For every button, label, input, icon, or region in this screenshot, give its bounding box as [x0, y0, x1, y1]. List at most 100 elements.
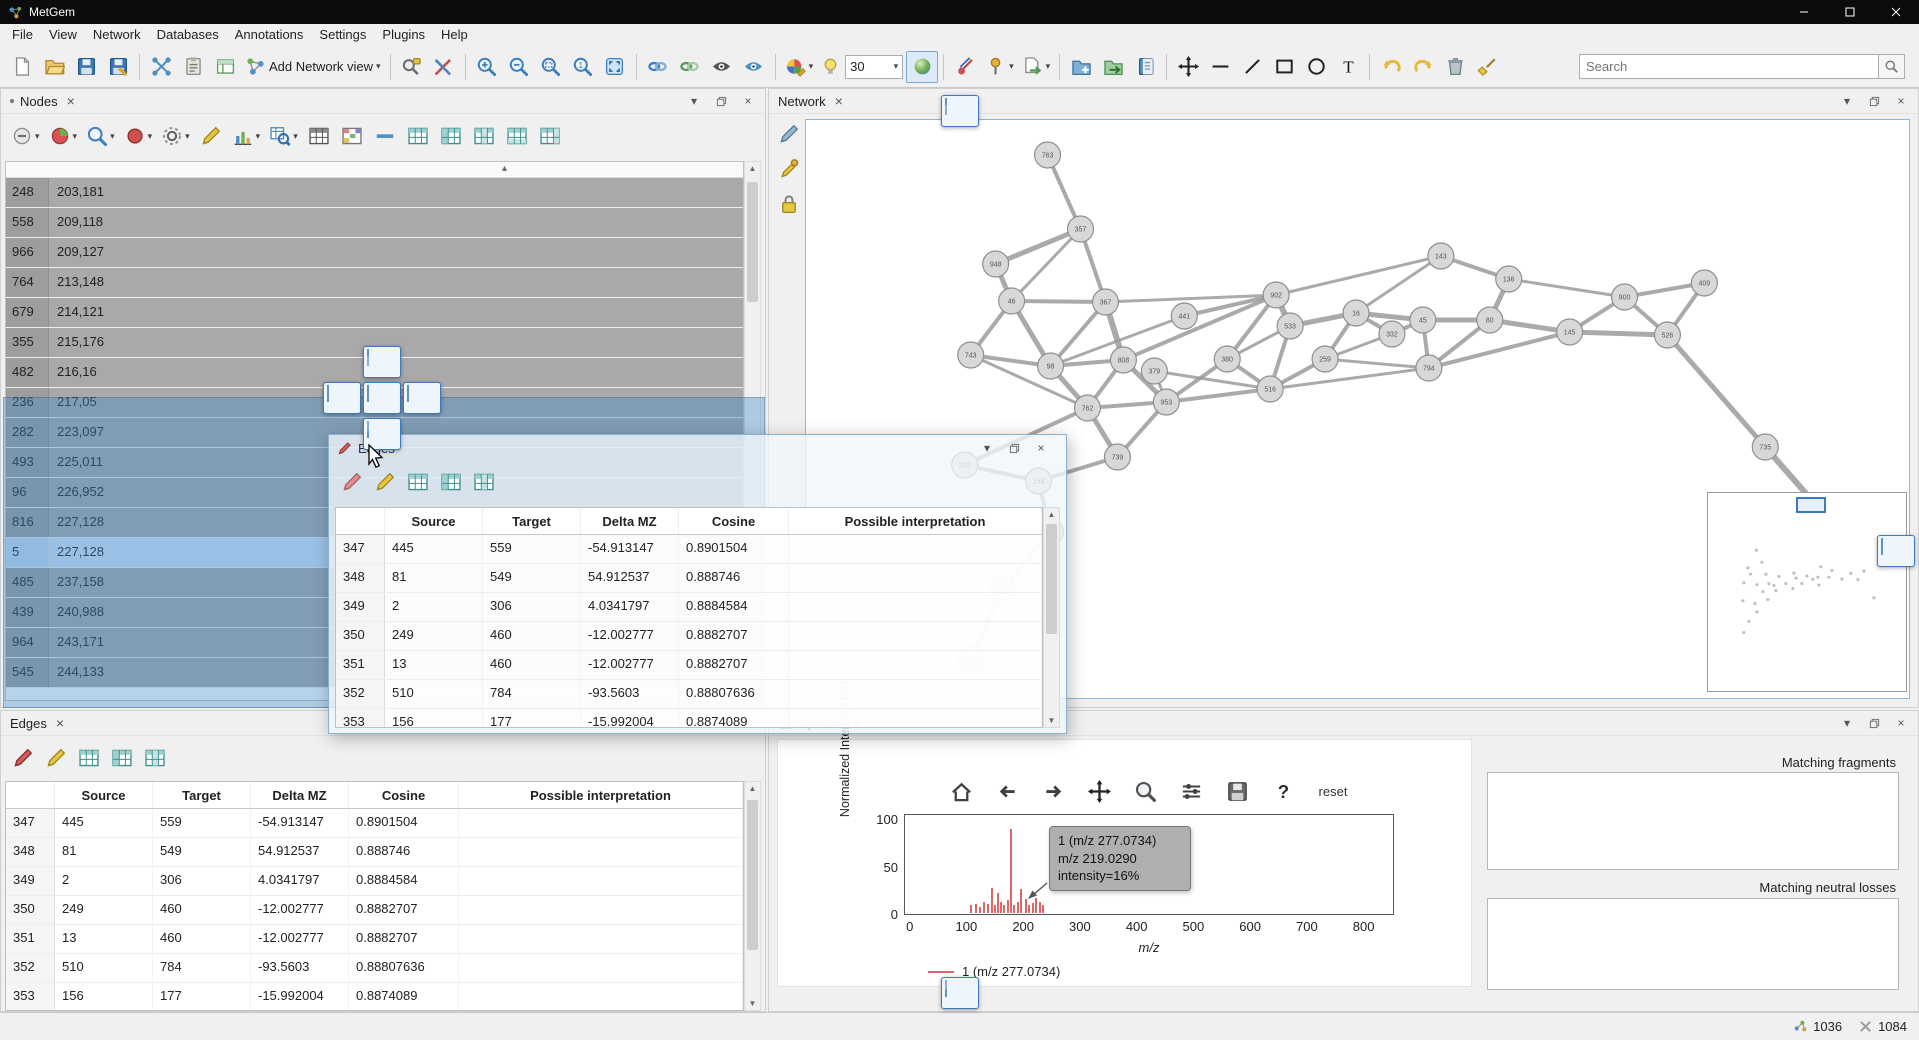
floating-edges-table-row[interactable]: 347445559-54.9131470.8901504 [336, 535, 1042, 564]
export-database-button[interactable] [1097, 51, 1129, 83]
show-hide-columns-button[interactable] [304, 119, 334, 153]
plot-column-menu[interactable]: ▾ [229, 119, 264, 153]
floating-edges-table-header-target[interactable]: Target [483, 508, 581, 534]
menu-annotations[interactable]: Annotations [227, 24, 312, 46]
annotation-move-tool[interactable] [1172, 51, 1204, 83]
highlight-button[interactable] [196, 119, 226, 153]
floating-edges-table-row[interactable]: 34923064.03417970.8884584 [336, 593, 1042, 622]
dock-float-button[interactable] [714, 94, 728, 108]
nodes-table-row[interactable]: 764213,148 [6, 268, 743, 298]
table-view-5-button[interactable] [535, 119, 565, 153]
undo-button[interactable] [1375, 51, 1407, 83]
edges-table-row[interactable]: 352510784-93.56030.88807636 [6, 954, 743, 983]
import-metadata-button[interactable] [177, 51, 209, 83]
tab-edges[interactable]: Edges × [1, 711, 73, 735]
view-spectrum-menu[interactable]: ▾ [83, 119, 118, 153]
graph-node[interactable]: 379 [1141, 358, 1167, 384]
color-columns-button[interactable] [337, 119, 367, 153]
dock-close-button[interactable]: × [1034, 441, 1048, 455]
graph-node[interactable]: 948 [983, 251, 1009, 277]
node-size-spinbox[interactable]: 30▾ [845, 55, 903, 79]
dock-float-button[interactable] [1007, 441, 1021, 455]
pie-column-menu[interactable]: ▾ [46, 119, 81, 153]
floating-edges-scrollbar[interactable]: ▲▼ [1043, 507, 1060, 728]
floating-edges-table-row[interactable]: 353156177-15.9920040.8874089 [336, 709, 1042, 728]
row-height-button[interactable] [370, 119, 400, 153]
node-color-button[interactable]: ▾ [781, 51, 818, 83]
link-views-button[interactable] [674, 51, 706, 83]
menu-databases[interactable]: Databases [149, 24, 227, 46]
tab-nodes[interactable]: Nodes × [1, 89, 84, 113]
annotation-rect-tool[interactable] [1268, 51, 1300, 83]
annotation-ellipse-tool[interactable] [1300, 51, 1332, 83]
floating-panel-titlebar[interactable]: Edges ▾ × [329, 435, 1066, 461]
menu-file[interactable]: File [4, 24, 41, 46]
graph-node[interactable]: 533 [1277, 313, 1303, 339]
open-project-button[interactable] [38, 51, 70, 83]
floating-edges-table-row[interactable]: 350249460-12.0027770.8882707 [336, 622, 1042, 651]
graph-node[interactable]: 409 [1691, 270, 1717, 296]
tab-close-icon[interactable]: × [835, 94, 843, 108]
node-selection-menu[interactable]: ▾ [8, 119, 43, 153]
tools-button[interactable] [428, 51, 460, 83]
table-view-3-button[interactable] [140, 741, 170, 775]
reset-button[interactable]: reset [1315, 782, 1352, 801]
add-database-button[interactable] [1065, 51, 1097, 83]
spectrum-forward-button[interactable] [1039, 774, 1069, 808]
floating-edges-table-header-possible-interpretation[interactable]: Possible interpretation [789, 508, 1042, 534]
graph-node[interactable]: 80 [1477, 307, 1503, 333]
graph-node[interactable]: 743 [958, 342, 984, 368]
graph-node[interactable]: 526 [1654, 322, 1680, 348]
edges-table-row[interactable]: 35113460-12.0027770.8882707 [6, 925, 743, 954]
delete-annotation-button[interactable] [1439, 51, 1471, 83]
network-edit-button[interactable] [775, 121, 803, 147]
set-size-menu[interactable]: ▾ [158, 119, 193, 153]
set-color-menu[interactable]: ▾ [121, 119, 156, 153]
table-view-1-button[interactable] [403, 119, 433, 153]
zoom-in-button[interactable] [471, 51, 503, 83]
graph-node[interactable]: 45 [1410, 307, 1436, 333]
menu-settings[interactable]: Settings [311, 24, 374, 46]
graph-node[interactable]: 380 [1214, 346, 1240, 372]
dock-float-button[interactable] [1867, 94, 1881, 108]
dock-guide-left[interactable] [323, 382, 361, 414]
graph-node[interactable]: 136 [1496, 266, 1522, 292]
table-view-3-button[interactable] [469, 465, 499, 499]
pie-charts-button[interactable] [949, 51, 981, 83]
edges-table-header-possible-interpretation[interactable]: Possible interpretation [459, 782, 743, 808]
edges-table-header-cosine[interactable]: Cosine [349, 782, 459, 808]
graph-node[interactable]: 46 [999, 288, 1025, 314]
table-view-3-button[interactable] [469, 119, 499, 153]
network-annotate-button[interactable] [775, 156, 803, 182]
maximize-button[interactable] [1827, 0, 1873, 24]
close-button[interactable] [1873, 0, 1919, 24]
table-view-2-button[interactable] [107, 741, 137, 775]
graph-node[interactable]: 145 [1557, 319, 1583, 345]
graph-node[interactable]: 441 [1171, 303, 1197, 329]
table-view-1-button[interactable] [74, 741, 104, 775]
redo-button[interactable] [1407, 51, 1439, 83]
edges-table-header-target[interactable]: Target [153, 782, 251, 808]
dock-guide-area-bottom[interactable] [941, 977, 979, 1009]
menu-view[interactable]: View [41, 24, 85, 46]
matching-losses-box[interactable] [1487, 898, 1899, 990]
menu-plugins[interactable]: Plugins [374, 24, 433, 46]
matching-fragments-box[interactable] [1487, 772, 1899, 870]
highlight-red-button[interactable] [8, 741, 38, 775]
dock-close-button[interactable]: × [1894, 94, 1908, 108]
edges-table-scrollbar[interactable]: ▲▼ [744, 781, 761, 1011]
save-project-as-button[interactable] [102, 51, 134, 83]
hide-isolated-nodes-button[interactable] [706, 51, 738, 83]
spectrum-home-button[interactable] [947, 774, 977, 808]
dock-guide-area-right[interactable] [1877, 535, 1915, 567]
graph-node[interactable]: 808 [1110, 347, 1136, 373]
annotation-line-tool[interactable] [1204, 51, 1236, 83]
network-lock-button[interactable] [775, 191, 803, 217]
edges-table-row[interactable]: 350249460-12.0027770.8882707 [6, 896, 743, 925]
graph-node[interactable]: 902 [1263, 282, 1289, 308]
edges-table-header-delta-mz[interactable]: Delta MZ [251, 782, 349, 808]
menu-help[interactable]: Help [433, 24, 476, 46]
minimize-button[interactable] [1781, 0, 1827, 24]
graph-node[interactable]: 794 [1416, 355, 1442, 381]
zoom-out-button[interactable] [503, 51, 535, 83]
